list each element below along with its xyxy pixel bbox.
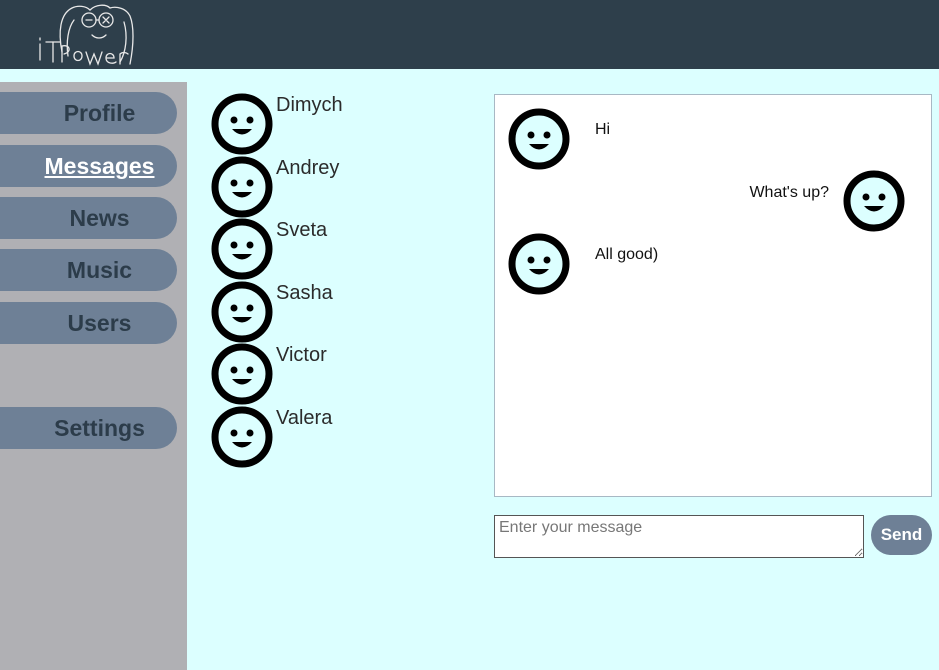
app-header [0,0,939,69]
nav-item-settings[interactable]: Settings [0,407,177,449]
dialog-name: Valera [276,407,333,429]
dialog-name: Sasha [276,282,333,304]
dialog-name: Andrey [276,157,340,179]
nav-item-music[interactable]: Music [0,249,177,291]
nav-item-messages[interactable]: Messages [0,145,177,187]
dialog-item[interactable]: Dimych [210,92,440,155]
dialog-name: Sveta [276,219,328,241]
smiley-face-icon [211,93,273,155]
nav-item-profile[interactable]: Profile [0,92,177,134]
message-text: What's up? [749,184,829,201]
smiley-face-icon [211,406,273,468]
dialog-item[interactable]: Victor [210,342,440,405]
smiley-face-icon [508,108,570,170]
nav-item-news[interactable]: News [0,197,177,239]
dialog-item[interactable]: Valera [210,405,440,468]
dialog-item[interactable]: Sasha [210,280,440,343]
smiley-face-icon [843,170,905,232]
smiley-face-icon [211,156,273,218]
sidebar-nav: Profile Messages News Music Users Settin… [0,82,187,670]
dialog-name: Dimych [276,94,343,116]
it-power-logo[interactable] [34,2,138,68]
smiley-face-icon [508,233,570,295]
smiley-face-icon [211,218,273,280]
smiley-face-icon [211,281,273,343]
nav-item-users[interactable]: Users [0,302,177,344]
message-text: Hi [595,121,611,138]
message-text: All good) [595,246,659,263]
smiley-face-icon [211,343,273,405]
dialog-name: Victor [276,344,327,366]
dialog-item[interactable]: Sveta [210,217,440,280]
send-button[interactable]: Send [871,515,932,555]
messages-panel[interactable]: Hi What's up? All good) [494,94,932,497]
message-input[interactable] [494,515,864,558]
dialog-item[interactable]: Andrey [210,155,440,218]
